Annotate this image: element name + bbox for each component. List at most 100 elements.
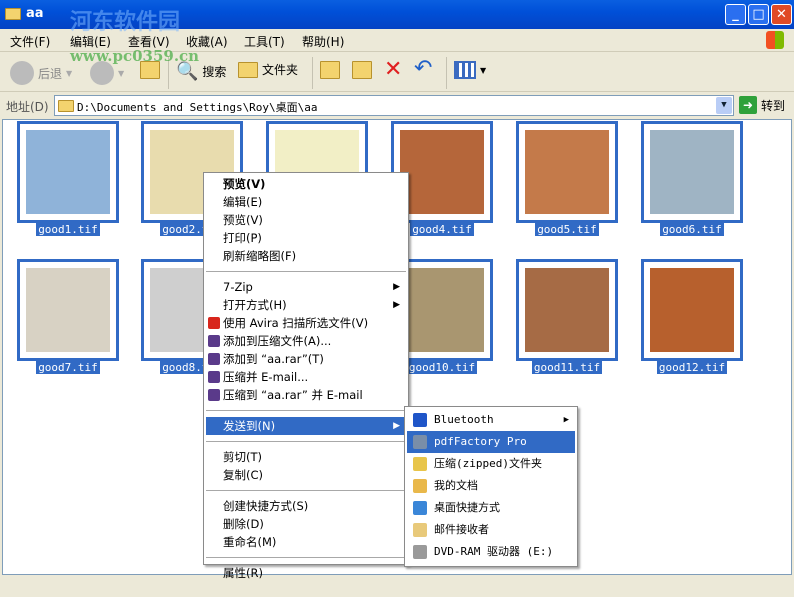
my-documents-icon (413, 479, 427, 493)
file-name[interactable]: good1.tif (17, 223, 119, 236)
thumbnail-image (26, 268, 110, 352)
context-menu-item[interactable]: 打印(P) (206, 229, 406, 247)
file-thumbnail[interactable] (516, 121, 618, 223)
context-menu-item[interactable]: 编辑(E) (206, 193, 406, 211)
undo-button[interactable]: ↶ (414, 56, 432, 81)
menu-separator (206, 490, 406, 491)
thumbnail-image (26, 130, 110, 214)
desktop-shortcut-icon (413, 501, 427, 515)
close-button[interactable]: ✕ (771, 4, 792, 25)
context-menu: 预览(V) 编辑(E) 预览(V) 打印(P) 刷新缩略图(F) 7-Zip ▶ 打开方式(H… (203, 172, 409, 580)
address-bar: 地址(D) D:\Documents and Settings\Roy\桌面\a… (0, 93, 794, 118)
submenu-arrow-icon: ▶ (563, 415, 569, 425)
delete-x-icon: ✕ (384, 57, 403, 82)
send-to-item[interactable]: Bluetooth ▶ (407, 409, 575, 431)
context-menu-item[interactable]: 发送到(N) ▶ (206, 417, 406, 435)
context-menu-item[interactable]: 预览(V) (206, 175, 406, 193)
minimize-button[interactable]: _ (725, 4, 746, 25)
context-menu-item[interactable]: 创建快捷方式(S) (206, 497, 406, 515)
menu-separator (206, 410, 406, 411)
back-arrow-icon (10, 61, 34, 85)
avira-icon (208, 317, 220, 329)
context-menu-item[interactable]: 添加到压缩文件(A)... (206, 332, 406, 350)
views-button[interactable]: ▼ (454, 61, 486, 79)
file-thumbnail[interactable] (17, 121, 119, 223)
context-menu-item[interactable]: 预览(V) (206, 211, 406, 229)
send-to-item[interactable]: 我的文档 (407, 475, 575, 497)
menu-help[interactable]: 帮助(H) (302, 33, 344, 50)
context-menu-item[interactable]: 使用 Avira 扫描所选文件(V) (206, 314, 406, 332)
file-thumbnail[interactable] (17, 259, 119, 361)
move-to-button[interactable] (320, 61, 340, 79)
file-thumbnail[interactable] (641, 259, 743, 361)
zip-folder-icon (413, 457, 427, 471)
menu-separator (206, 557, 406, 558)
menu-tools[interactable]: 工具(T) (244, 33, 285, 50)
file-thumbnail[interactable] (516, 259, 618, 361)
menu-separator (206, 271, 406, 272)
printer-icon (413, 435, 427, 449)
context-menu-item[interactable]: 剪切(T) (206, 448, 406, 466)
send-to-item[interactable]: 桌面快捷方式 (407, 497, 575, 519)
context-menu-item[interactable]: 重命名(M) (206, 533, 406, 551)
thumbnail-image (525, 130, 609, 214)
send-to-item[interactable]: 邮件接收者 (407, 519, 575, 541)
send-to-item[interactable]: pdfFactory Pro (407, 431, 575, 453)
submenu-arrow-icon: ▶ (393, 421, 400, 431)
file-name[interactable]: good6.tif (641, 223, 743, 236)
toolbar: 后退 ▼ ▼ 🔍 搜索 文件夹 ✕ ↶ ▼ www.pc0359.cn (0, 47, 794, 92)
context-menu-item[interactable]: 7-Zip ▶ (206, 278, 406, 296)
context-menu-item[interactable]: 刷新缩略图(F) (206, 247, 406, 265)
thumbnail-image (650, 268, 734, 352)
folder-icon (5, 8, 21, 20)
delete-button[interactable]: ✕ (384, 57, 402, 82)
send-to-item[interactable]: 压缩(zipped)文件夹 (407, 453, 575, 475)
thumbnail-image (400, 268, 484, 352)
file-name[interactable]: good5.tif (516, 223, 618, 236)
windows-logo-icon (766, 31, 784, 49)
context-menu-item[interactable]: 复制(C) (206, 466, 406, 484)
winrar-icon (208, 389, 220, 401)
views-icon (454, 61, 476, 79)
folders-button[interactable]: 文件夹 (238, 61, 298, 78)
go-arrow-icon: ➜ (739, 96, 757, 114)
title-bar: aa 河东软件园 _ □ ✕ (0, 0, 794, 35)
maximize-button[interactable]: □ (748, 4, 769, 25)
file-thumbnail[interactable] (641, 121, 743, 223)
file-name[interactable]: good12.tif (641, 361, 743, 374)
copy-to-button[interactable] (352, 61, 372, 79)
menu-file[interactable]: 文件(F) (10, 33, 50, 50)
go-button[interactable]: ➜ 转到 (739, 96, 785, 114)
file-name[interactable]: good11.tif (516, 361, 618, 374)
move-to-icon (320, 61, 340, 79)
window-title: aa (26, 6, 44, 21)
bluetooth-icon (413, 413, 427, 427)
menu-separator (206, 441, 406, 442)
address-dropdown-icon[interactable]: ▼ (716, 97, 732, 114)
submenu-arrow-icon: ▶ (393, 300, 400, 310)
file-name[interactable]: good7.tif (17, 361, 119, 374)
back-button[interactable]: 后退 ▼ (10, 61, 72, 85)
undo-icon: ↶ (414, 56, 433, 81)
mail-icon (413, 523, 427, 537)
context-menu-item[interactable]: 压缩到 “aa.rar” 并 E-mail (206, 386, 406, 404)
thumbnail-image (650, 130, 734, 214)
folder-icon (58, 100, 74, 112)
address-label: 地址(D) (6, 100, 49, 114)
watermark-url: www.pc0359.cn (70, 47, 200, 65)
address-input[interactable]: D:\Documents and Settings\Roy\桌面\aa ▼ (54, 95, 734, 116)
context-menu-item[interactable]: 压缩并 E-mail... (206, 368, 406, 386)
context-menu-item[interactable]: 添加到 “aa.rar”(T) (206, 350, 406, 368)
context-menu-item[interactable]: 属性(R) (206, 564, 406, 582)
thumbnail-image (525, 268, 609, 352)
context-menu-item[interactable]: 删除(D) (206, 515, 406, 533)
thumbnail-image (400, 130, 484, 214)
send-to-submenu: Bluetooth ▶ pdfFactory Pro 压缩(zipped)文件夹 我的文… (404, 406, 578, 567)
submenu-arrow-icon: ▶ (393, 282, 400, 292)
dvd-drive-icon (413, 545, 427, 559)
context-menu-item[interactable]: 打开方式(H) ▶ (206, 296, 406, 314)
winrar-icon (208, 335, 220, 347)
send-to-item[interactable]: DVD-RAM 驱动器 (E:) (407, 541, 575, 563)
copy-to-icon (352, 61, 372, 79)
folders-icon (238, 61, 258, 78)
